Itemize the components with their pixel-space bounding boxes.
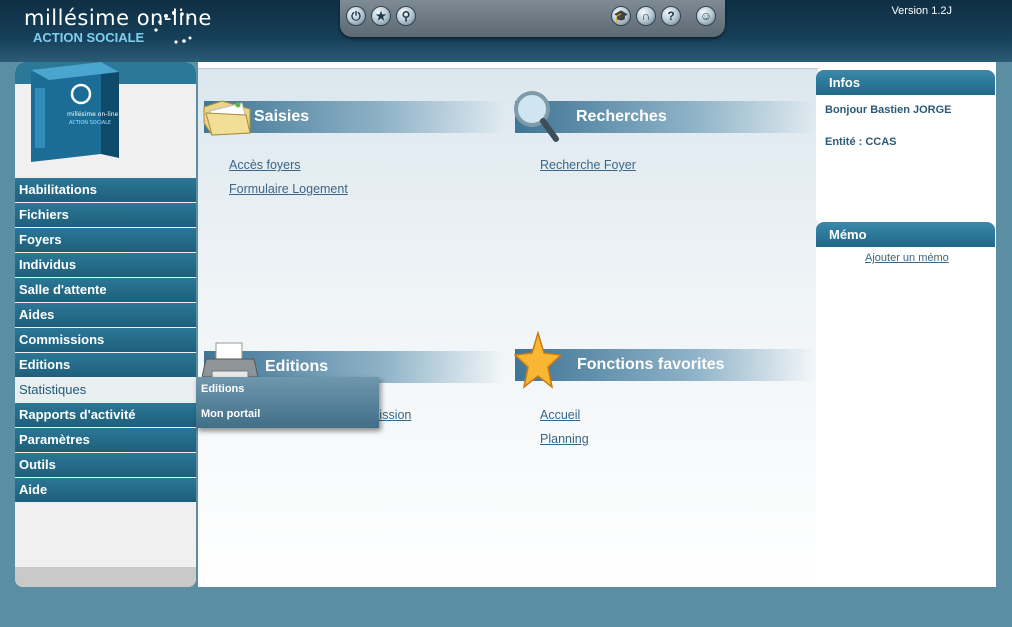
user-greeting: Bonjour Bastien JORGE bbox=[825, 104, 952, 116]
network-icon[interactable]: ⚲ bbox=[396, 6, 416, 26]
folder-icon bbox=[203, 100, 251, 136]
section-recherches-title: Recherches bbox=[576, 108, 667, 125]
link-planning[interactable]: Planning bbox=[540, 432, 589, 446]
link-acces-foyers[interactable]: Accès foyers bbox=[229, 158, 301, 172]
section-editions-title: Editions bbox=[265, 358, 329, 375]
help-icon[interactable]: ? bbox=[661, 6, 681, 26]
logo-sparkle-icon bbox=[154, 11, 192, 44]
graduation-icon[interactable]: 🎓 bbox=[611, 6, 631, 26]
nav-item-fichiers[interactable]: Fichiers bbox=[15, 203, 196, 227]
version-label: Version 1.2J bbox=[891, 5, 952, 17]
infos-panel-title: Infos bbox=[816, 70, 995, 95]
nav-item-salle-attente[interactable]: Salle d'attente bbox=[15, 278, 196, 302]
user-icon[interactable]: ☺ bbox=[696, 6, 716, 26]
section-saisies-title: Saisies bbox=[254, 108, 310, 125]
favorite-star-icon bbox=[514, 331, 562, 389]
svg-text:millésime on-line: millésime on-line bbox=[67, 111, 119, 118]
product-box-image: millésime on-line ACTION SOCIALE bbox=[31, 62, 119, 162]
power-icon[interactable]: ⏻ bbox=[346, 6, 366, 26]
submenu-item-editions[interactable]: Editions bbox=[196, 377, 379, 402]
nav-item-editions[interactable]: Editions bbox=[15, 353, 196, 377]
nav-item-commissions[interactable]: Commissions bbox=[15, 328, 196, 352]
logo-subtitle: ACTION SOCIALE bbox=[33, 30, 145, 45]
memo-panel: Mémo Ajouter un mémo bbox=[816, 222, 995, 586]
nav-item-foyers[interactable]: Foyers bbox=[15, 228, 196, 252]
memo-panel-title: Mémo bbox=[816, 222, 995, 247]
nav-item-statistiques[interactable]: Statistiques bbox=[15, 378, 196, 402]
nav-item-outils[interactable]: Outils bbox=[15, 453, 196, 477]
nav-item-habilitations[interactable]: Habilitations bbox=[15, 178, 196, 202]
nav-item-rapports-activite[interactable]: Rapports d'activité bbox=[15, 403, 196, 427]
magnifier-icon bbox=[514, 91, 559, 142]
sidebar-footer bbox=[15, 567, 196, 587]
nav-item-aide[interactable]: Aide bbox=[15, 478, 196, 502]
sidebar: millésime on-line ACTION SOCIALE Habilit… bbox=[15, 62, 196, 587]
svg-text:ACTION SOCIALE: ACTION SOCIALE bbox=[69, 120, 111, 126]
toolbar: ⏻ ★ ⚲ 🎓 ∩ ? ☺ bbox=[340, 0, 725, 37]
main-nav: Habilitations Fichiers Foyers Individus … bbox=[15, 178, 196, 503]
content-panel: Saisies Accès foyers Formulaire Logement… bbox=[198, 68, 818, 587]
submenu-item-mon-portail[interactable]: Mon portail bbox=[196, 402, 379, 427]
headset-icon[interactable]: ∩ bbox=[636, 6, 656, 26]
nav-item-aides[interactable]: Aides bbox=[15, 303, 196, 327]
star-icon[interactable]: ★ bbox=[371, 6, 391, 26]
link-formulaire-logement[interactable]: Formulaire Logement bbox=[229, 182, 348, 196]
app-header: millésime on-line ACTION SOCIALE Version… bbox=[0, 0, 1012, 62]
nav-item-parametres[interactable]: Paramètres bbox=[15, 428, 196, 452]
infos-panel: Infos Bonjour Bastien JORGE Entité : CCA… bbox=[816, 70, 995, 220]
entity-label: Entité : CCAS bbox=[825, 136, 897, 148]
nav-item-individus[interactable]: Individus bbox=[15, 253, 196, 277]
link-accueil[interactable]: Accueil bbox=[540, 408, 580, 422]
statistiques-submenu: Editions Mon portail bbox=[196, 377, 379, 428]
link-recherche-foyer[interactable]: Recherche Foyer bbox=[540, 158, 636, 172]
add-memo-link[interactable]: Ajouter un mémo bbox=[865, 252, 949, 264]
section-favoris-title: Fonctions favorites bbox=[577, 356, 725, 373]
